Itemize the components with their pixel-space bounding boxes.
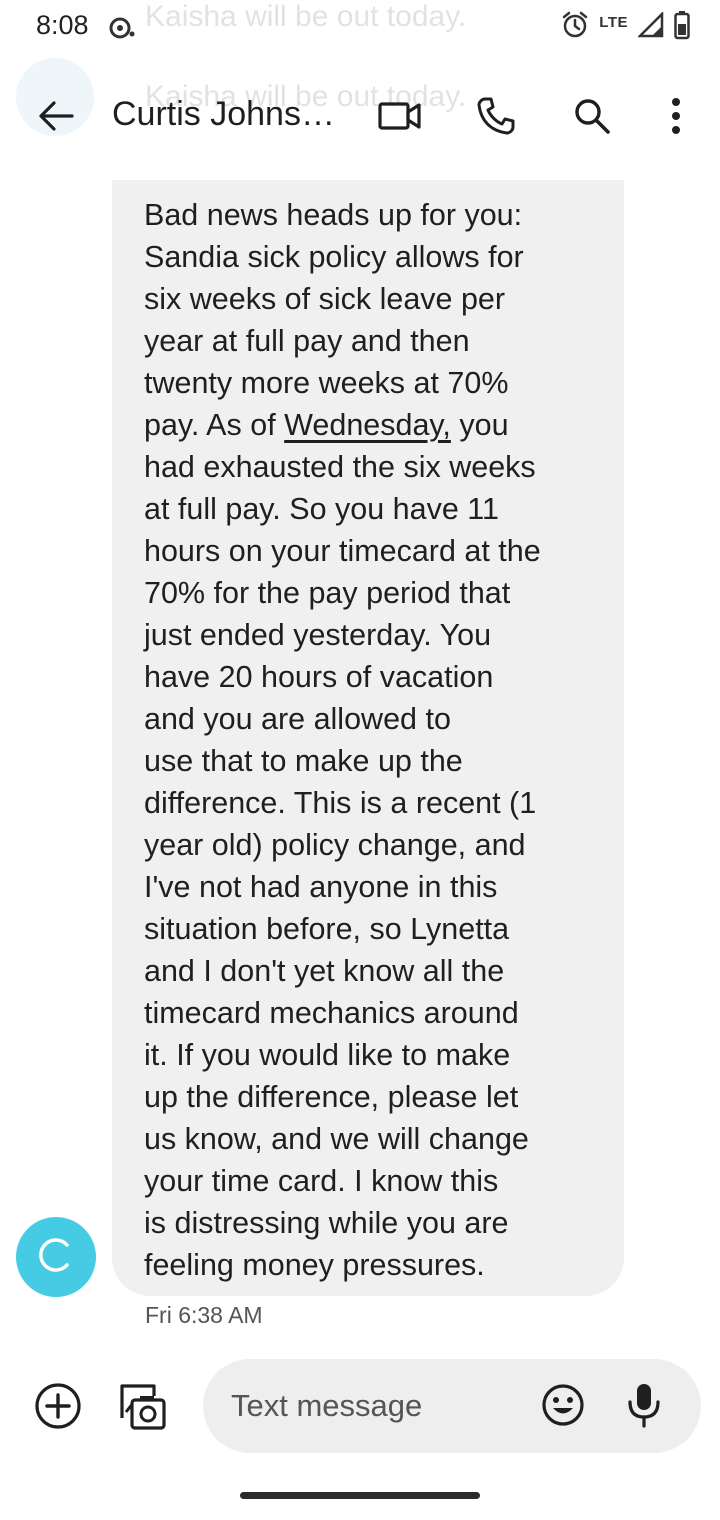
message-line: difference. This is a recent (1 (144, 786, 537, 820)
message-input-placeholder: Text message (231, 1388, 423, 1423)
message-line: your time card. I know this (144, 1164, 499, 1198)
message-line: year at full pay and then (144, 324, 470, 358)
message-line: hours on your timecard at the (144, 534, 541, 568)
message-line: Sandia sick policy allows for (144, 240, 524, 274)
add-circle-icon (34, 1382, 82, 1435)
home-indicator[interactable] (240, 1492, 480, 1499)
message-text: you (450, 408, 509, 442)
message-timestamp: Fri 6:38 AM (145, 1302, 263, 1328)
avatar-initial-icon (34, 1233, 78, 1282)
phone-call-button[interactable] (470, 92, 522, 144)
more-options-button[interactable] (656, 92, 696, 144)
message-line: and you are allowed to (144, 702, 451, 736)
date-link[interactable]: Wednesday, (284, 408, 451, 442)
arrow-back-icon (38, 100, 74, 137)
sender-avatar[interactable] (16, 1217, 96, 1297)
message-line: just ended yesterday. You (144, 618, 492, 652)
message-bubble[interactable]: Bad news heads up for you: Sandia sick p… (112, 180, 624, 1296)
message-line: is distressing while you are (144, 1206, 509, 1240)
notification-icon (108, 14, 136, 47)
ghost-notification-text: Kaisha will be out today. (145, 0, 467, 33)
photo-camera-icon (116, 1380, 168, 1437)
message-line: I've not had anyone in this (144, 870, 498, 904)
message-line: six weeks of sick leave per (144, 282, 506, 316)
message-line: Bad news heads up for you: (144, 198, 523, 232)
video-call-button[interactable] (374, 94, 426, 142)
message-line: 70% for the pay period that (144, 576, 511, 610)
status-icons: LTE (561, 10, 690, 45)
message-line: pay. As of Wednesday, you (144, 404, 604, 446)
emoji-button[interactable] (538, 1382, 588, 1432)
video-camera-icon (378, 101, 422, 136)
battery-icon (674, 10, 690, 45)
message-text: pay. As of (144, 408, 285, 442)
message-line: year old) policy change, and (144, 828, 526, 862)
status-time: 8:08 (36, 10, 89, 40)
message-line: us know, and we will change (144, 1122, 529, 1156)
voice-input-button[interactable] (620, 1380, 668, 1434)
message-line: have 20 hours of vacation (144, 660, 494, 694)
message-line: situation before, so Lynetta (144, 912, 510, 946)
message-line: use that to make up the (144, 744, 463, 778)
contact-name[interactable]: Curtis Johns… (112, 95, 352, 134)
back-button[interactable] (30, 94, 82, 142)
alarm-icon (561, 10, 589, 45)
add-attachment-button[interactable] (32, 1382, 84, 1434)
phone-icon (476, 96, 516, 141)
message-line: at full pay. So you have 11 (144, 492, 499, 526)
emoji-icon (541, 1383, 585, 1432)
message-line: up the difference, please let (144, 1080, 519, 1114)
search-icon (573, 97, 611, 140)
message-line: it. If you would like to make (144, 1038, 511, 1072)
message-line: feeling money pressures. (144, 1248, 485, 1282)
message-line: twenty more weeks at 70% (144, 366, 509, 400)
more-vert-icon (671, 97, 681, 139)
message-line: and I don't yet know all the (144, 954, 505, 988)
search-button[interactable] (566, 92, 618, 144)
signal-icon (636, 10, 664, 43)
message-line: timecard mechanics around (144, 996, 519, 1030)
gallery-camera-button[interactable] (114, 1380, 170, 1436)
message-line: had exhausted the six weeks (144, 450, 536, 484)
network-type-label: LTE (599, 14, 628, 31)
microphone-icon (627, 1382, 661, 1433)
